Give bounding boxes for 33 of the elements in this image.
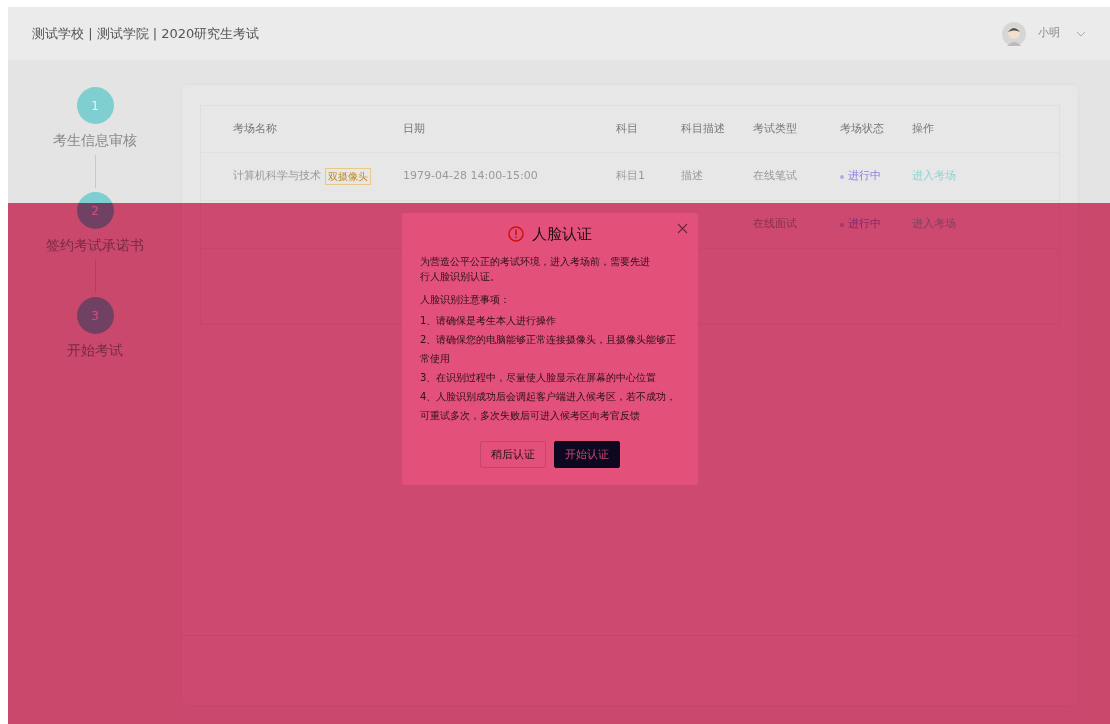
notes-title: 人脸识别注意事项：	[420, 292, 511, 307]
camera-tag: 双摄像头	[325, 168, 371, 185]
table-cell: 1979-04-28 14:00-15:00	[403, 168, 538, 185]
enter-link[interactable]: 进入考场	[912, 168, 956, 185]
step-label: 签约考试承诺书	[46, 236, 144, 255]
dialog-intro: 为营造公平公正的考试环境，进入考场前，需要先进行人脸识别认证。	[420, 254, 651, 284]
table-cell: 描述	[681, 168, 703, 185]
avatar-icon[interactable]	[1002, 21, 1026, 46]
column-header: 操作	[912, 120, 935, 137]
column-header: 考试类型	[753, 120, 798, 137]
step-label: 考生信息审核	[53, 131, 137, 150]
table-cell: 科目1	[616, 168, 645, 185]
column-header: 日期	[403, 120, 426, 137]
note-text: 3、在识别过程中，尽量使人脸显示在屏幕的中心位置	[420, 370, 658, 385]
table-cell: 在线笔试	[753, 168, 797, 185]
column-header: 科目描述	[681, 120, 726, 137]
enter-link[interactable]: 进入考场	[912, 216, 956, 233]
dialog-title: 人脸认证	[532, 224, 592, 245]
table-cell: 计算机科学与技术	[233, 168, 321, 185]
user-name[interactable]: 小明	[1038, 25, 1060, 42]
note-text: 1、请确保是考生本人进行操作	[420, 313, 558, 328]
status-dot	[840, 174, 844, 179]
column-header: 科目	[616, 120, 639, 137]
column-header: 考场状态	[840, 120, 885, 137]
step-label: 开始考试	[67, 341, 123, 360]
header-title: 测试学校 | 测试学院 | 2020研究生考试	[32, 24, 260, 43]
status-text: 进行中	[848, 168, 881, 185]
step-number: 1	[76, 87, 114, 124]
status-text: 进行中	[848, 216, 881, 233]
column-header: 考场名称	[233, 120, 278, 137]
note-text: 4、人脸识别成功后会调起客户端进入候考区，若不成功，可重试多次，多次失败后可进入候考区向考官反馈	[420, 389, 678, 423]
table-cell: 在线面试	[753, 216, 797, 233]
note-text: 2、请确保您的电脑能够正常连接摄像头，且摄像头能够正常使用	[420, 332, 678, 366]
